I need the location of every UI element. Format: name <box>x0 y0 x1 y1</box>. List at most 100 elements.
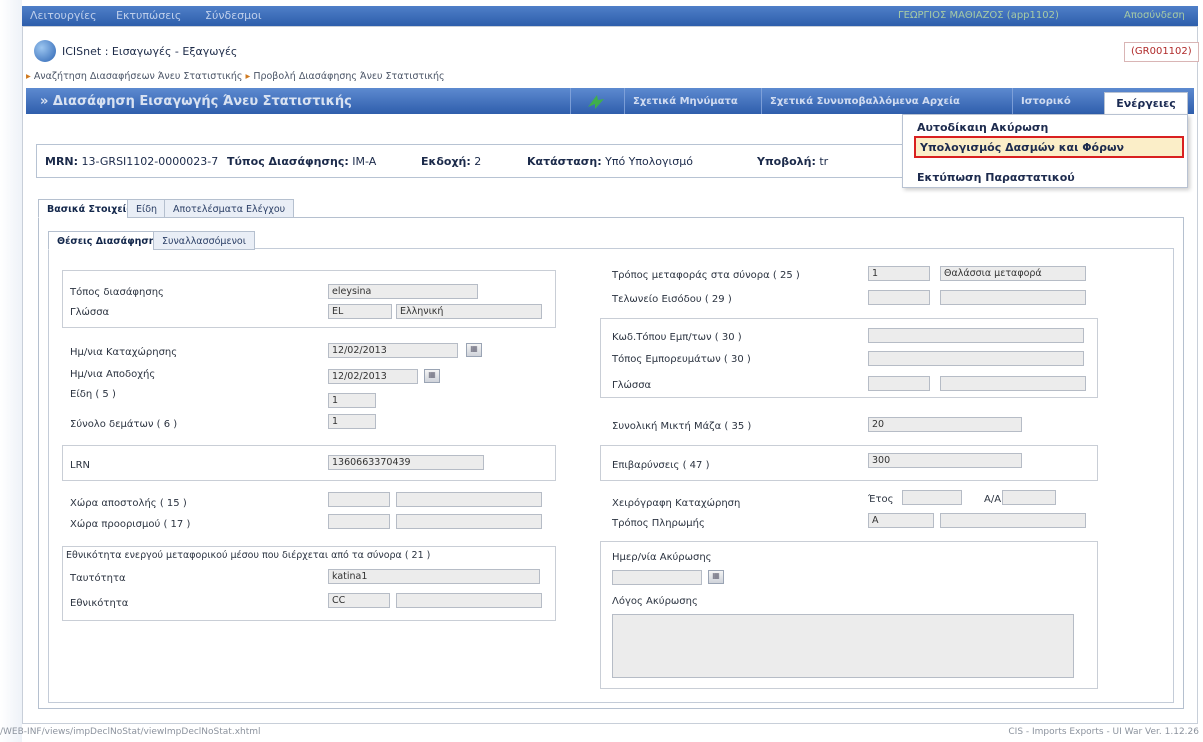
identity-field[interactable]: katina1 <box>328 569 540 584</box>
charges-label: Επιβαρύνσεις ( 47 ) <box>612 460 710 471</box>
calendar-icon[interactable]: ▦ <box>466 343 482 357</box>
goods-location-label: Τόπος Εμπορευμάτων ( 30 ) <box>612 354 751 365</box>
version-value: 2 <box>474 155 482 168</box>
breadcrumb-arrow-icon: ▸ <box>245 71 251 82</box>
goods-language-name-field[interactable] <box>940 376 1086 391</box>
language-name-field[interactable]: Ελληνική <box>396 304 542 319</box>
packages-label: Σύνολο δεμάτων ( 6 ) <box>70 419 178 430</box>
destination-country-label: Χώρα προορισμού ( 17 ) <box>70 519 191 530</box>
submit-label: Υποβολή: <box>757 155 816 168</box>
items-field[interactable]: 1 <box>328 393 376 408</box>
year-label: Έτος <box>868 494 894 505</box>
gross-mass-field[interactable]: 20 <box>868 417 1022 432</box>
place-group <box>62 270 556 328</box>
place-label: Τόπος διασάφησης <box>70 287 164 298</box>
office-code: (GR001102) <box>1124 42 1199 62</box>
goods-location-code-field[interactable] <box>868 328 1084 343</box>
calculate-duties-item[interactable]: Υπολογισμός Δασμών και Φόρων <box>914 136 1184 158</box>
nationality-label: Εθνικότητα <box>70 598 129 609</box>
year-field[interactable] <box>902 490 962 505</box>
breadcrumb: ▸ Αναζήτηση Διασαφήσεων Άνευ Στατιστικής… <box>26 71 445 82</box>
status-path: /WEB-INF/views/impDeclNoStat/viewImpDecl… <box>0 727 261 737</box>
registration-date-label: Ημ/νια Καταχώρησης <box>70 347 178 358</box>
page-header-bar: » Διασάφηση Εισαγωγής Άνευ Στατιστικής Σ… <box>26 88 1194 114</box>
entry-office-label: Τελωνείο Εισόδου ( 29 ) <box>612 294 732 305</box>
entry-office-code-field[interactable] <box>868 290 930 305</box>
type-label: Τύπος Διασάφησης: <box>227 155 349 168</box>
calculate-duties-label: Υπολογισμός Δασμών και Φόρων <box>920 141 1125 154</box>
tab-items[interactable]: Είδη <box>127 199 167 218</box>
goods-location-field[interactable] <box>868 351 1084 366</box>
breadcrumb-search[interactable]: Αναζήτηση Διασαφήσεων Άνευ Στατιστικής <box>34 71 243 82</box>
gross-mass-label: Συνολική Μικτή Μάζα ( 35 ) <box>612 421 752 432</box>
payment-method-label: Τρόπος Πληρωμής <box>612 518 705 529</box>
dispatch-country-code-field[interactable] <box>328 492 390 507</box>
cancellation-date-label: Ημερ/νία Ακύρωσης <box>612 552 712 563</box>
goods-language-code-field[interactable] <box>868 376 930 391</box>
refresh-button[interactable] <box>570 88 622 114</box>
app-title: ICISnet : Εισαγωγές - Εξαγωγές <box>62 45 238 58</box>
submit-value: tr <box>819 155 829 168</box>
print-document-item[interactable]: Εκτύπωση Παραστατικού <box>917 171 1075 184</box>
identity-label: Ταυτότητα <box>70 573 126 584</box>
status-value: Υπό Υπολογισμό <box>605 155 693 168</box>
lrn-field[interactable]: 1360663370439 <box>328 455 484 470</box>
top-menu-bar: Λειτουργίες Εκτυπώσεις Σύνδεσμοι ΓΕΩΡΓΙΟ… <box>22 6 1198 26</box>
packages-field[interactable]: 1 <box>328 414 376 429</box>
dispatch-country-name-field[interactable] <box>396 492 542 507</box>
tab-declaration-positions[interactable]: Θέσεις Διασάφησης <box>48 231 171 250</box>
auto-cancel-item[interactable]: Αυτοδίκαιη Ακύρωση <box>917 121 1048 134</box>
cancellation-reason-label: Λόγος Ακύρωσης <box>612 596 698 607</box>
acceptance-date-label: Ημ/νια Αποδοχής <box>70 369 156 380</box>
acceptance-date-field[interactable]: 12/02/2013 <box>328 369 418 384</box>
breadcrumb-arrow-icon: ▸ <box>26 71 31 82</box>
language-code-field[interactable]: EL <box>328 304 392 319</box>
destination-country-name-field[interactable] <box>396 514 542 529</box>
green-arrow-icon <box>588 95 604 109</box>
place-field[interactable]: eleysina <box>328 284 478 299</box>
logout-link[interactable]: Αποσύνδεση <box>1124 10 1185 21</box>
calendar-icon[interactable]: ▦ <box>708 570 724 584</box>
registration-date-field[interactable]: 12/02/2013 <box>328 343 458 358</box>
lrn-label: LRN <box>70 460 90 471</box>
version-label: Εκδοχή: <box>421 155 471 168</box>
menu-prints[interactable]: Εκτυπώσεις <box>116 9 181 22</box>
destination-country-code-field[interactable] <box>328 514 390 529</box>
transport-nationality-label: Εθνικότητα ενεργού μεταφορικού μέσου που… <box>66 550 431 561</box>
calendar-icon[interactable]: ▦ <box>424 369 440 383</box>
tab-traders[interactable]: Συναλλασσόμενοι <box>153 231 255 250</box>
related-files-button[interactable]: Σχετικά Συνυποβαλλόμενα Αρχεία <box>761 88 968 114</box>
menu-functions[interactable]: Λειτουργίες <box>30 9 97 22</box>
aa-label: Α/Α <box>984 494 1002 505</box>
cancellation-date-field[interactable] <box>612 570 702 585</box>
menu-links[interactable]: Σύνδεσμοι <box>205 9 262 22</box>
items-label: Είδη ( 5 ) <box>70 389 116 400</box>
goods-location-code-label: Κωδ.Τόπου Εμπ/των ( 30 ) <box>612 332 742 343</box>
tab-control-results[interactable]: Αποτελέσματα Ελέγχου <box>164 199 295 218</box>
type-value: IM-A <box>352 155 377 168</box>
payment-method-code-field[interactable]: A <box>868 513 934 528</box>
history-button[interactable]: Ιστορικό <box>1012 88 1079 114</box>
nationality-name-field[interactable] <box>396 593 542 608</box>
mrn-label: MRN: <box>45 155 79 168</box>
manual-entry-label: Χειρόγραφη Καταχώρηση <box>612 498 741 509</box>
user-name: ΓΕΩΡΓΙΟΣ ΜΑΘΙΑΖΟΣ (app1102) <box>898 10 1059 21</box>
transport-mode-name-field[interactable]: Θαλάσσια μεταφορά <box>940 266 1086 281</box>
nationality-code-field[interactable]: CC <box>328 593 390 608</box>
status-label: Κατάσταση: <box>527 155 602 168</box>
related-messages-button[interactable]: Σχετικά Μηνύματα <box>624 88 746 114</box>
charges-field[interactable]: 300 <box>868 453 1022 468</box>
cancellation-reason-textarea[interactable] <box>612 614 1074 678</box>
language-label: Γλώσσα <box>70 307 110 318</box>
entry-office-name-field[interactable] <box>940 290 1086 305</box>
aa-field[interactable] <box>1002 490 1056 505</box>
left-edge <box>0 0 22 742</box>
page-title: » Διασάφηση Εισαγωγής Άνευ Στατιστικής <box>40 94 352 109</box>
icisnet-logo-icon <box>34 40 56 62</box>
breadcrumb-view[interactable]: Προβολή Διασάφησης Άνευ Στατιστικής <box>253 71 444 82</box>
transport-mode-code-field[interactable]: 1 <box>868 266 930 281</box>
actions-button[interactable]: Ενέργειες <box>1104 92 1188 114</box>
payment-method-name-field[interactable] <box>940 513 1086 528</box>
dispatch-country-label: Χώρα αποστολής ( 15 ) <box>70 498 187 509</box>
mrn-value: 13-GRSI1102-0000023-7 <box>81 155 219 168</box>
